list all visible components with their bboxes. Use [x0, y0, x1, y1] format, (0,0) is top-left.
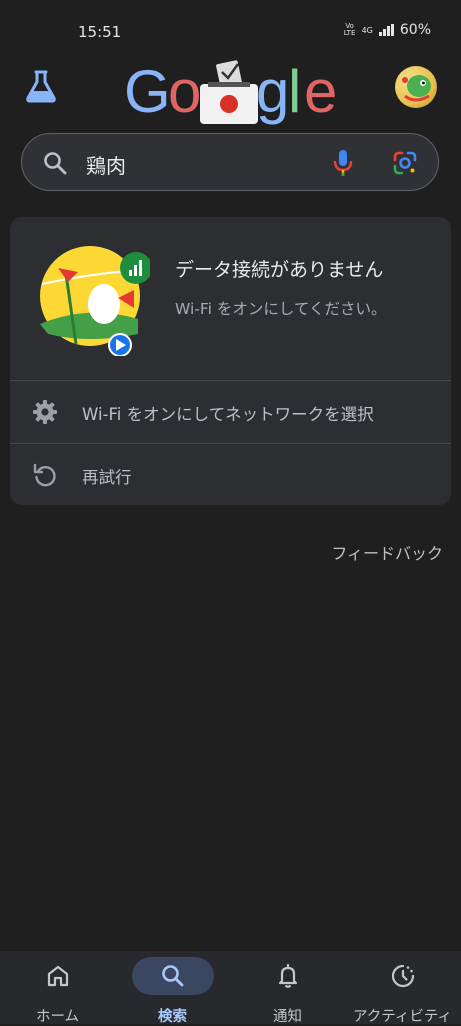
search-bar[interactable]: 鶏肉 — [21, 133, 439, 191]
card-subtitle: Wi-Fi をオンにしてください。 — [175, 300, 387, 318]
search-icon — [42, 150, 68, 176]
nav-label: アクティビティ — [352, 1009, 453, 1025]
nav-label: ホーム — [35, 1009, 80, 1025]
status-icons: Vo LTE 4G 60% — [344, 22, 431, 38]
signal-icon — [378, 24, 394, 36]
battery-level: 60% — [399, 22, 431, 38]
volte-indicator: Vo LTE — [343, 22, 356, 37]
wifi-settings-row[interactable]: Wi-Fi をオンにしてネットワークを選択 — [10, 381, 451, 443]
retry-label: 再試行 — [82, 468, 132, 487]
bell-icon — [275, 963, 301, 989]
no-connection-card: データ接続がありません Wi-Fi をオンにしてください。 Wi-Fi をオンに… — [10, 217, 451, 505]
labs-flask-icon[interactable] — [24, 68, 58, 104]
account-avatar[interactable] — [395, 66, 437, 108]
network-type: 4G — [361, 25, 373, 35]
offline-illustration — [38, 244, 152, 357]
search-icon — [160, 963, 186, 989]
nav-item-search[interactable]: 検索 — [115, 951, 230, 1025]
search-query-text[interactable]: 鶏肉 — [86, 150, 126, 179]
svg-text:o: o — [168, 58, 201, 125]
svg-text:e: e — [304, 58, 337, 125]
feedback-link[interactable]: フィードバック — [331, 540, 443, 564]
status-bar: 15:51 Vo LTE 4G 60% — [0, 0, 461, 60]
nav-item-activity[interactable]: アクティビティ — [345, 951, 460, 1025]
microphone-icon[interactable] — [332, 148, 354, 178]
nav-label: 検索 — [158, 1009, 187, 1025]
card-title: データ接続がありません — [175, 259, 384, 281]
bottom-navigation: ホーム 検索 通知 アクティビティ — [0, 951, 461, 1025]
retry-icon — [32, 462, 58, 488]
nav-item-home[interactable]: ホーム — [0, 951, 115, 1025]
status-time: 15:51 — [78, 23, 122, 41]
gear-icon — [32, 399, 58, 425]
google-doodle-logo[interactable]: G o g l e — [124, 56, 338, 128]
svg-text:g: g — [256, 58, 289, 125]
activity-icon — [390, 963, 416, 989]
wifi-settings-label: Wi-Fi をオンにしてネットワークを選択 — [82, 405, 374, 424]
home-icon — [45, 963, 71, 989]
google-lens-icon[interactable] — [392, 150, 418, 176]
svg-text:G: G — [124, 58, 171, 125]
nav-item-notifications[interactable]: 通知 — [230, 951, 345, 1025]
svg-text:l: l — [288, 58, 301, 125]
nav-label: 通知 — [273, 1009, 302, 1025]
retry-row[interactable]: 再試行 — [10, 444, 451, 506]
